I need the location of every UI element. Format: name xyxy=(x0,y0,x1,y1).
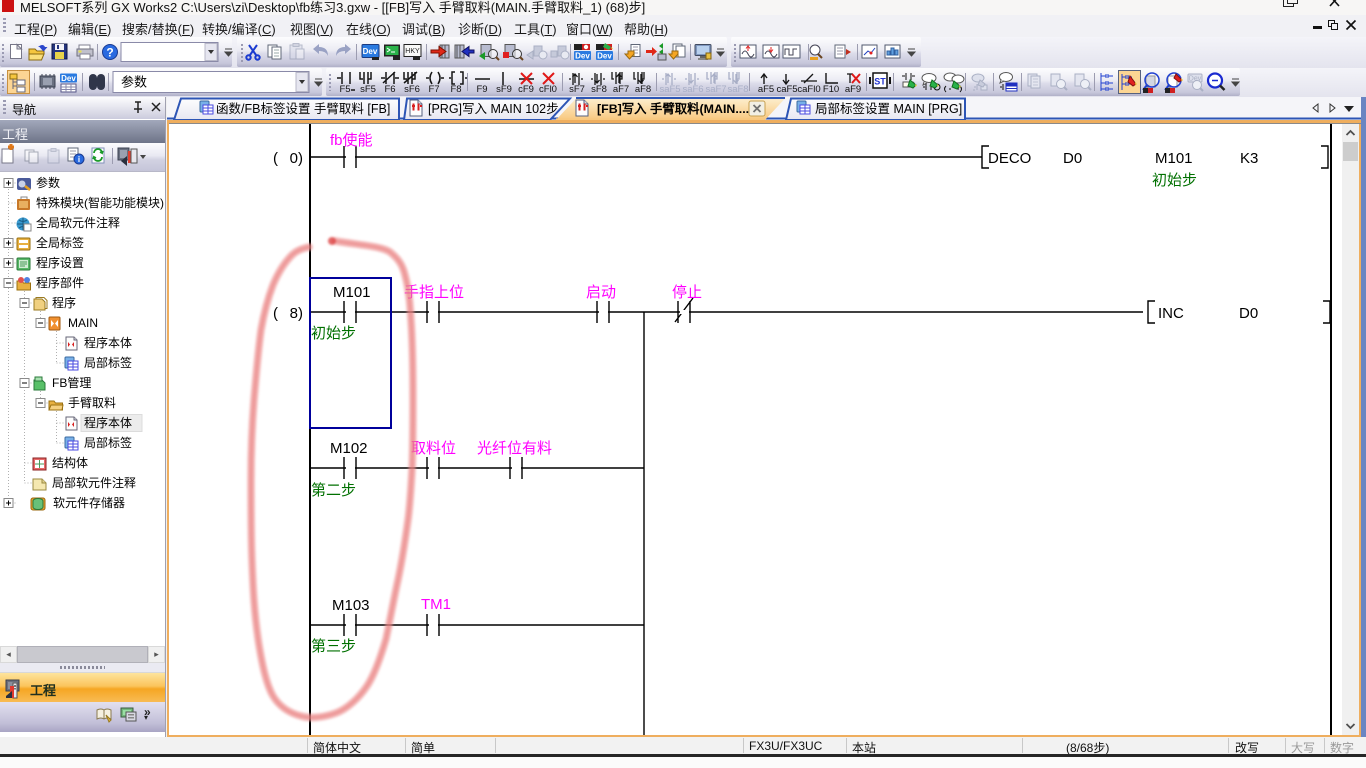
svg-text:程序本体: 程序本体 xyxy=(84,335,132,350)
svg-text:caF5: caF5 xyxy=(776,84,797,95)
svg-text:M103: M103 xyxy=(332,597,370,614)
svg-text:程序部件: 程序部件 xyxy=(36,275,84,290)
svg-text:saF8: saF8 xyxy=(727,84,748,95)
svg-text:F9: F9 xyxy=(476,84,487,95)
svg-text:全局标签: 全局标签 xyxy=(36,235,84,250)
svg-text:局部标签: 局部标签 xyxy=(84,435,132,450)
svg-text:F8: F8 xyxy=(450,84,461,95)
svg-text:i: i xyxy=(78,155,80,164)
svg-text:结构体: 结构体 xyxy=(52,455,88,470)
svg-text:sF8: sF8 xyxy=(591,84,607,95)
svg-text:fb使能: fb使能 xyxy=(330,132,373,149)
svg-text:sF9: sF9 xyxy=(496,84,512,95)
svg-text:参数: 参数 xyxy=(121,75,147,90)
svg-text:D0: D0 xyxy=(1063,150,1082,167)
svg-text:aF5: aF5 xyxy=(758,84,774,95)
svg-text:INC: INC xyxy=(1158,305,1184,322)
svg-text:TM1: TM1 xyxy=(421,596,451,613)
svg-text:M102: M102 xyxy=(330,440,368,457)
svg-text:光纤位有料: 光纤位有料 xyxy=(477,440,552,457)
svg-text:停止: 停止 xyxy=(672,284,702,301)
svg-text:软元件存储器: 软元件存储器 xyxy=(53,495,125,510)
svg-text:[PRG]写入 MAIN 102步: [PRG]写入 MAIN 102步 xyxy=(428,102,559,116)
svg-text:局部软元件注释: 局部软元件注释 xyxy=(52,475,136,490)
svg-text:saF5: saF5 xyxy=(659,84,680,95)
svg-text:特殊模块(智能功能模块): 特殊模块(智能功能模块) xyxy=(36,195,164,210)
svg-text:M101: M101 xyxy=(1155,150,1193,167)
svg-text:程序: 程序 xyxy=(52,295,76,310)
svg-text:HKY: HKY xyxy=(405,48,420,55)
svg-text:F6: F6 xyxy=(384,84,395,95)
svg-text:程序设置: 程序设置 xyxy=(36,255,84,270)
svg-text:F7: F7 xyxy=(428,84,439,95)
svg-text:启动: 启动 xyxy=(586,284,616,301)
svg-text:K3: K3 xyxy=(1240,150,1258,167)
svg-text:全局软元件注释: 全局软元件注释 xyxy=(36,215,120,230)
svg-text:caFl0: caFl0 xyxy=(797,84,820,95)
svg-text:手臂取料: 手臂取料 xyxy=(68,396,116,410)
svg-text:D0: D0 xyxy=(1239,305,1258,322)
svg-text:ST: ST xyxy=(874,77,886,87)
svg-text:8): 8) xyxy=(290,305,303,322)
svg-text:sF7: sF7 xyxy=(569,84,585,95)
svg-text:aF8: aF8 xyxy=(635,84,651,95)
svg-text:Dev: Dev xyxy=(363,47,378,56)
svg-text:[FB]写入 手臂取料(MAIN....: [FB]写入 手臂取料(MAIN.... xyxy=(597,101,749,116)
svg-text:saF6: saF6 xyxy=(682,84,703,95)
svg-text:?: ? xyxy=(106,46,113,60)
svg-text:aF9: aF9 xyxy=(845,84,861,95)
svg-text:(: ( xyxy=(273,150,278,167)
svg-text:Dev: Dev xyxy=(575,52,590,61)
svg-text:FB管理: FB管理 xyxy=(52,375,91,390)
svg-text:第二步: 第二步 xyxy=(311,481,356,499)
svg-text:sF5: sF5 xyxy=(360,84,376,95)
svg-text:F5: F5 xyxy=(339,84,350,95)
svg-text:第三步: 第三步 xyxy=(311,637,356,655)
svg-text:初始步: 初始步 xyxy=(1152,172,1197,189)
svg-text:(: ( xyxy=(273,305,278,322)
svg-text:Dev: Dev xyxy=(61,74,76,83)
svg-text:程序本体: 程序本体 xyxy=(84,415,132,430)
svg-text:saF7: saF7 xyxy=(705,84,726,95)
svg-text:取料位: 取料位 xyxy=(411,440,456,457)
svg-text:DECO: DECO xyxy=(988,150,1031,167)
svg-text:初始步: 初始步 xyxy=(311,325,356,342)
svg-text:M101: M101 xyxy=(333,284,371,301)
svg-text:F10: F10 xyxy=(823,84,839,95)
svg-text:局部标签设置 MAIN [PRG]: 局部标签设置 MAIN [PRG] xyxy=(815,101,962,116)
svg-text:MAIN: MAIN xyxy=(68,316,98,330)
svg-text:aF7: aF7 xyxy=(613,84,629,95)
svg-text:局部标签: 局部标签 xyxy=(84,355,132,370)
svg-text:Dev: Dev xyxy=(597,52,612,61)
svg-text:cF9: cF9 xyxy=(518,84,534,95)
svg-text:cFl0: cFl0 xyxy=(539,84,557,95)
svg-text:0): 0) xyxy=(290,150,303,167)
svg-text:sF6: sF6 xyxy=(404,84,420,95)
svg-text:函数/FB标签设置 手臂取料 [FB]: 函数/FB标签设置 手臂取料 [FB] xyxy=(216,101,390,116)
svg-text:参数: 参数 xyxy=(36,175,60,190)
